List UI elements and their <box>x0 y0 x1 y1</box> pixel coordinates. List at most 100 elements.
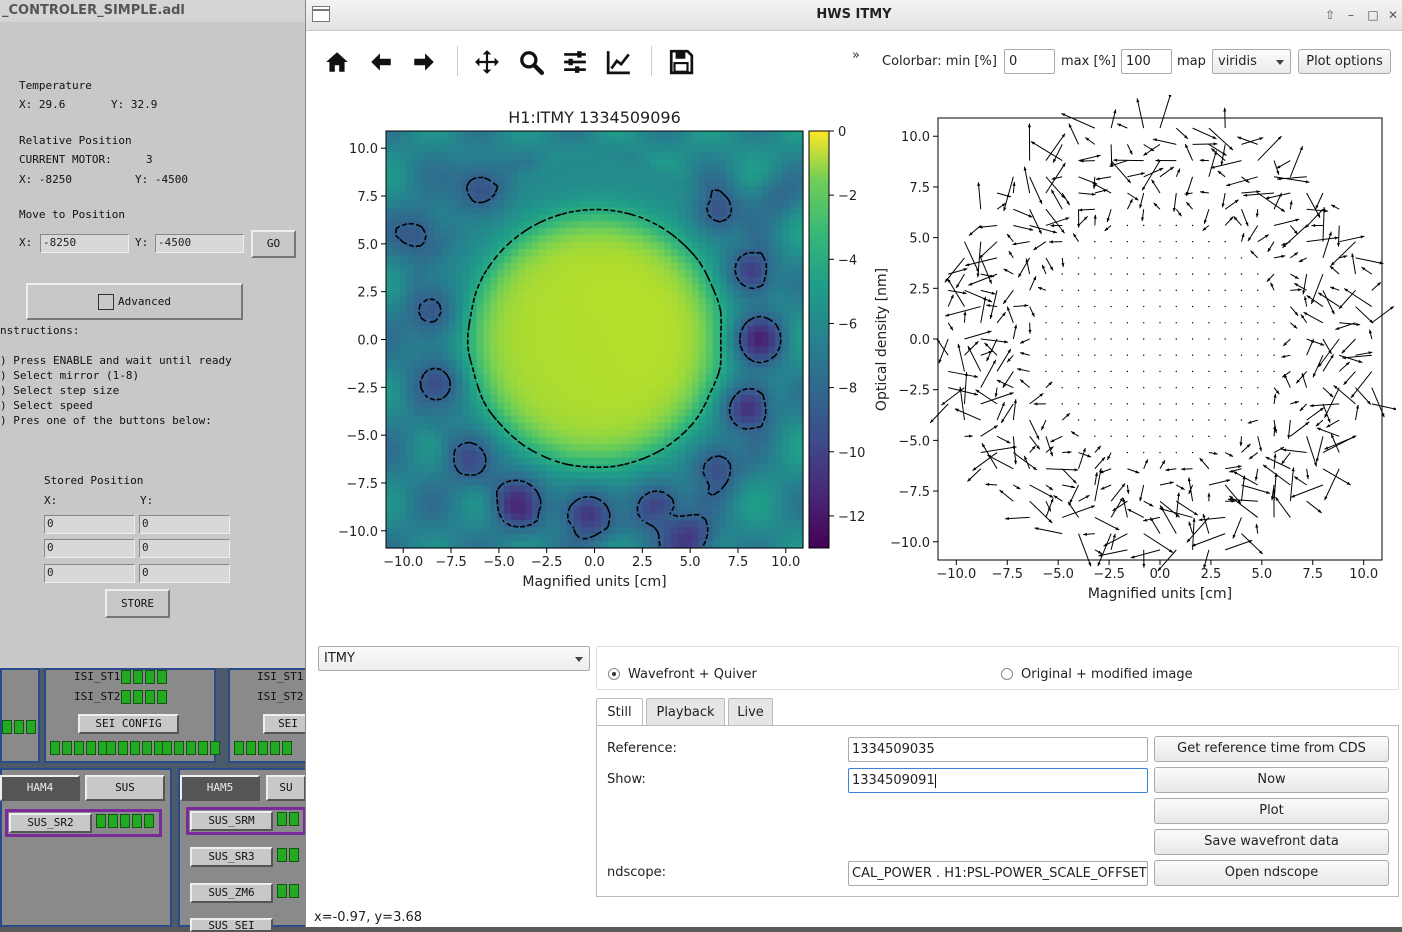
quiver-arrow <box>1241 387 1242 388</box>
heatmap-cell <box>560 152 568 160</box>
heatmap-cell <box>511 353 519 361</box>
heatmap-cell <box>650 187 658 195</box>
heatmap-cell <box>567 381 575 389</box>
heatmap-cell <box>574 242 582 250</box>
heatmap-cell <box>608 437 616 445</box>
heatmap-cell <box>574 277 582 285</box>
colorbar-max-input[interactable]: 100 <box>1121 49 1172 74</box>
stored-x-input[interactable]: 0 <box>44 564 135 583</box>
heatmap-cell <box>497 201 505 209</box>
toolbar-more-icon[interactable]: » <box>852 48 860 63</box>
heatmap-cell <box>650 201 658 209</box>
forward-arrow-icon[interactable] <box>406 44 442 80</box>
heatmap-cell <box>754 527 762 535</box>
minimize-icon[interactable]: – <box>1342 6 1360 24</box>
go-button[interactable]: GO <box>251 230 296 258</box>
heatmap-cell <box>532 228 540 236</box>
heatmap-cell <box>740 472 748 480</box>
quiver-arrow <box>1176 436 1177 437</box>
heatmap-cell <box>449 333 457 341</box>
stored-x-input[interactable]: 0 <box>44 515 135 534</box>
temperature-x: X: 29.6 <box>19 98 65 111</box>
sus-sr3-button[interactable]: SUS_SR3 <box>190 847 273 867</box>
configure-subplots-icon[interactable] <box>557 44 593 80</box>
heatmap-cell <box>754 485 762 493</box>
instruction-line: ) Pres one of the buttons below: <box>0 414 212 427</box>
heatmap-cell <box>428 458 436 466</box>
back-arrow-icon[interactable] <box>363 44 399 80</box>
heatmap-cell <box>601 513 609 521</box>
heatmap-cell <box>685 256 693 264</box>
colorbar-min-input[interactable]: 0 <box>1004 49 1055 74</box>
quiver-plot[interactable]: −10.0−7.5−5.0−2.50.02.55.07.510.010.07.5… <box>890 95 1396 602</box>
close-icon[interactable]: ✕ <box>1384 6 1402 24</box>
heatmap-cell <box>581 465 589 473</box>
heatmap-cell <box>407 340 415 348</box>
heatmap-cell <box>525 409 533 417</box>
heatmap-cell <box>678 298 686 306</box>
heatmap-cell <box>581 451 589 459</box>
heatmap-cell <box>740 242 748 250</box>
stored-y-label: Y: <box>140 494 153 507</box>
heatmap-cell <box>615 235 623 243</box>
move-y-input[interactable]: -4500 <box>155 234 244 253</box>
sus-zm6-button[interactable]: SUS_ZM6 <box>190 883 273 903</box>
stored-y-input[interactable]: 0 <box>139 539 230 558</box>
heatmap-cell <box>789 131 797 139</box>
stored-y-input[interactable]: 0 <box>139 564 230 583</box>
wavefront-plot[interactable]: −10.0−7.5−5.0−2.50.02.55.07.510.010.07.5… <box>338 108 890 590</box>
heatmap-cell <box>789 499 797 507</box>
advanced-button[interactable]: Advanced <box>26 283 243 320</box>
zoom-icon[interactable] <box>513 44 549 80</box>
sus-sr2-button[interactable]: SUS_SR2 <box>9 813 92 833</box>
edit-curve-icon[interactable] <box>601 44 637 80</box>
home-icon[interactable] <box>319 44 355 80</box>
heatmap-cell <box>768 166 776 174</box>
heatmap-cell <box>643 465 651 473</box>
sus-srm-button[interactable]: SUS_SRM <box>190 811 273 831</box>
colormap-select[interactable]: viridis <box>1212 49 1291 74</box>
heatmap-cell <box>727 451 735 459</box>
plot-options-button[interactable]: Plot options <box>1298 49 1391 74</box>
heatmap-cell <box>588 131 596 139</box>
heatmap-cell <box>692 173 700 181</box>
pan-icon[interactable] <box>469 44 505 80</box>
window-up-icon[interactable]: ⇧ <box>1321 6 1339 24</box>
heatmap-cell <box>469 458 477 466</box>
heatmap-cell <box>740 444 748 452</box>
heatmap-cell <box>650 381 658 389</box>
heatmap-cell <box>518 159 526 167</box>
move-x-input[interactable]: -8250 <box>40 234 129 253</box>
stored-y-input[interactable]: 0 <box>139 515 230 534</box>
heatmap-cell <box>789 402 797 410</box>
sus-button[interactable]: SUS <box>85 775 165 801</box>
heatmap-cell <box>789 214 797 222</box>
maximize-icon[interactable]: □ <box>1364 6 1382 24</box>
stored-x-input[interactable]: 0 <box>44 539 135 558</box>
sus-button[interactable]: SU <box>266 775 306 801</box>
heatmap-cell <box>449 166 457 174</box>
plots-canvas[interactable]: −10.0−7.5−5.0−2.50.02.55.07.510.010.07.5… <box>306 95 1396 615</box>
sus-sei-button[interactable]: SUS_SEI <box>190 918 273 932</box>
store-button[interactable]: STORE <box>105 589 170 618</box>
quiver-arrow <box>1192 452 1193 453</box>
heatmap-cell <box>553 228 561 236</box>
save-icon[interactable] <box>663 44 699 80</box>
heatmap-cell <box>414 263 422 271</box>
heatmap-cell <box>588 145 596 153</box>
heatmap-cell <box>608 430 616 438</box>
ham5-button[interactable]: HAM5 <box>180 775 260 801</box>
heatmap-cell <box>692 472 700 480</box>
ham4-button[interactable]: HAM4 <box>0 775 80 801</box>
heatmap-cell <box>560 527 568 535</box>
heatmap-cell <box>734 492 742 500</box>
heatmap-cell <box>574 444 582 452</box>
quiver-arrow <box>1062 403 1063 404</box>
heatmap-cell <box>588 249 596 257</box>
heatmap-cell <box>740 541 748 549</box>
sei-config-button[interactable]: SEI CONFIG <box>78 714 179 734</box>
heatmap-cell <box>754 437 762 445</box>
heatmap-cell <box>449 173 457 181</box>
heatmap-cell <box>601 221 609 229</box>
heatmap-cell <box>414 534 422 542</box>
